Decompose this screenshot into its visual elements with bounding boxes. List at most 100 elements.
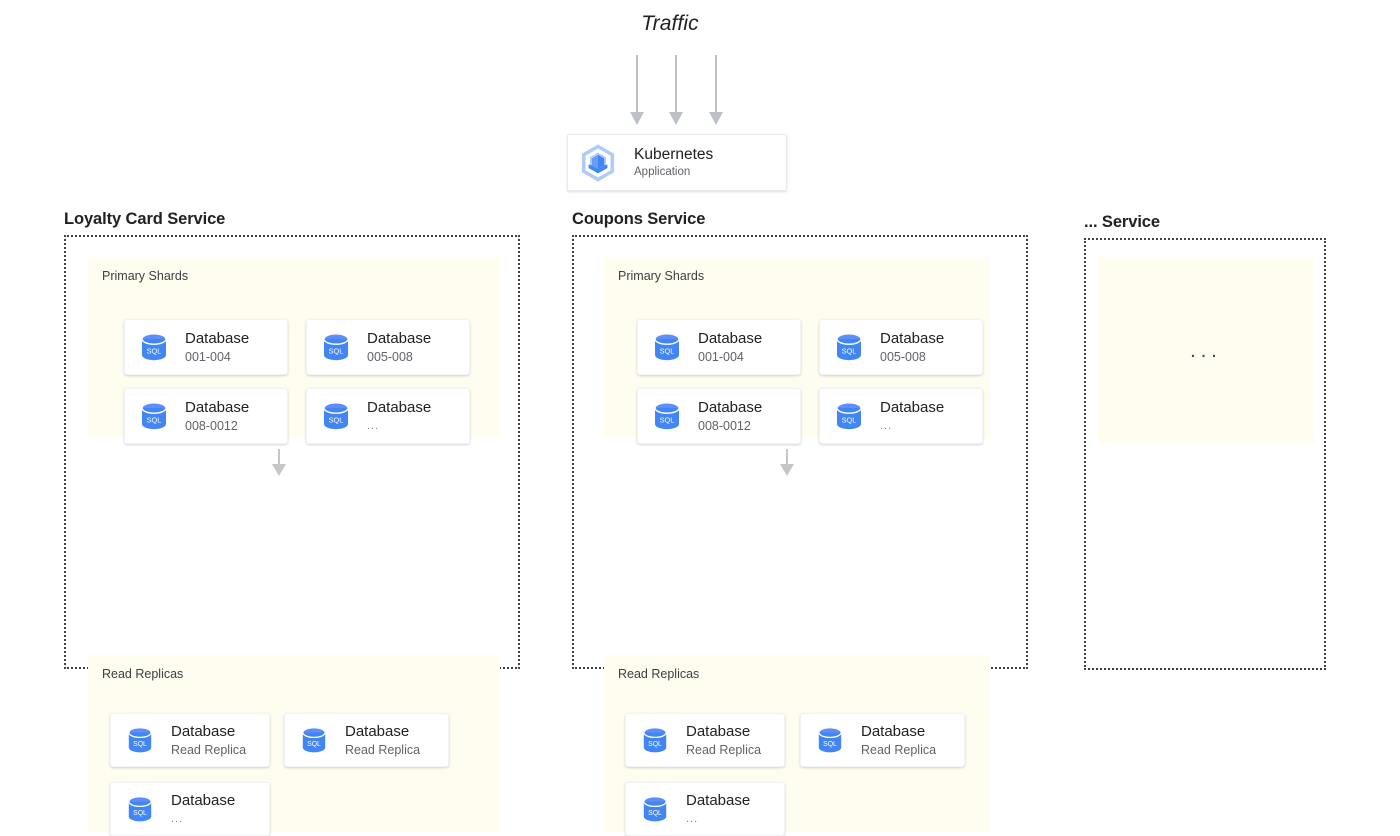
database-title: Database (185, 399, 250, 416)
database-card[interactable]: SQL Database 001-004 (124, 319, 288, 375)
database-card-text: Database ... (686, 791, 750, 827)
arrow-head (272, 464, 286, 476)
kubernetes-application-card[interactable]: Kubernetes Application (567, 134, 787, 191)
replication-arrow (272, 449, 286, 477)
database-card-text: Database 005-008 (880, 329, 944, 365)
database-subtitle: 008-0012 (185, 419, 238, 433)
service-container-coupons: Primary Shards SQL Database 001-004 SQL … (572, 235, 1028, 836)
sql-database-icon: SQL (647, 327, 687, 367)
sql-database-icon: SQL (134, 327, 174, 367)
svg-text:SQL: SQL (648, 741, 662, 748)
arrow-head (630, 112, 644, 125)
database-subtitle: ... (171, 813, 184, 825)
database-subtitle: Read Replica (345, 743, 421, 757)
svg-text:SQL: SQL (660, 347, 675, 356)
svg-text:SQL: SQL (147, 347, 162, 356)
svg-text:SQL: SQL (842, 347, 857, 356)
arrow-shaft (715, 55, 717, 115)
kubernetes-title: Kubernetes (634, 146, 714, 163)
database-title: Database (861, 723, 926, 740)
kubernetes-subtitle: Application (634, 166, 691, 178)
database-title: Database (698, 330, 763, 347)
database-subtitle: 001-004 (698, 350, 744, 364)
database-card[interactable]: SQL Database 001-004 (637, 319, 801, 375)
traffic-arrow-2 (668, 55, 684, 127)
database-card-text: Database 001-004 (698, 329, 762, 365)
database-title: Database (171, 723, 236, 740)
database-card[interactable]: SQL Database 008-0012 (124, 388, 288, 444)
database-card[interactable]: SQL Database ... (306, 388, 470, 444)
arrow-shaft (636, 55, 638, 115)
arrow-shaft (675, 55, 677, 115)
database-card[interactable]: SQL Database ... (625, 782, 785, 836)
database-title: Database (698, 399, 763, 416)
database-card[interactable]: SQL Database 005-008 (819, 319, 983, 375)
database-card[interactable]: SQL Database ... (819, 388, 983, 444)
sql-database-icon: SQL (316, 396, 356, 436)
svg-text:SQL: SQL (842, 416, 857, 425)
database-subtitle: ... (686, 813, 699, 825)
svg-text:SQL: SQL (147, 416, 162, 425)
database-subtitle: 008-0012 (698, 419, 751, 433)
panel-primary-shards-loyalty: Primary Shards SQL Database 001-004 SQL … (88, 257, 500, 444)
database-card[interactable]: SQL Database 005-008 (306, 319, 470, 375)
panel-primary-shards-coupons: Primary Shards SQL Database 001-004 SQL … (604, 257, 990, 444)
svg-text:SQL: SQL (660, 416, 675, 425)
service-title-placeholder: ... Service (1084, 213, 1160, 231)
database-card-text: Database ... (171, 791, 235, 827)
sql-database-icon: SQL (635, 720, 675, 760)
arrow-head (709, 112, 723, 125)
sql-database-icon: SQL (635, 789, 675, 829)
database-card[interactable]: SQL Database 008-0012 (637, 388, 801, 444)
database-card[interactable]: SQL Database Read Replica (110, 713, 270, 767)
database-title: Database (345, 723, 410, 740)
arrow-head (780, 464, 794, 476)
database-card-text: Database 001-004 (185, 329, 249, 365)
database-title: Database (686, 723, 751, 740)
panel-placeholder: ... (1098, 257, 1314, 444)
replication-arrow (780, 449, 794, 477)
service-container-placeholder: ... (1084, 238, 1326, 670)
database-card[interactable]: SQL Database ... (110, 782, 270, 836)
database-title: Database (880, 330, 945, 347)
database-card[interactable]: SQL Database Read Replica (800, 713, 965, 767)
traffic-arrow-3 (708, 55, 724, 127)
kubernetes-card-text: Kubernetes Application (634, 145, 713, 180)
database-card-text: Database Read Replica (171, 722, 246, 758)
service-title-coupons: Coupons Service (572, 210, 706, 228)
database-card[interactable]: SQL Database Read Replica (625, 713, 785, 767)
sql-database-icon: SQL (810, 720, 850, 760)
kubernetes-icon (574, 139, 622, 187)
database-subtitle: 001-004 (185, 350, 231, 364)
traffic-arrow-1 (629, 55, 645, 127)
database-card-text: Database Read Replica (861, 722, 936, 758)
svg-text:SQL: SQL (329, 416, 344, 425)
svg-text:SQL: SQL (133, 810, 147, 817)
sql-database-icon: SQL (829, 396, 869, 436)
database-title: Database (686, 792, 751, 809)
service-title-loyalty-card: Loyalty Card Service (64, 210, 226, 228)
database-subtitle: Read Replica (861, 743, 937, 757)
svg-text:SQL: SQL (133, 741, 147, 748)
database-card-text: Database 005-008 (367, 329, 431, 365)
database-card-text: Database ... (880, 398, 944, 434)
database-title: Database (185, 330, 250, 347)
traffic-label: Traffic (641, 12, 699, 35)
panel-label-read-replicas: Read Replicas (618, 667, 700, 681)
database-card-text: Database Read Replica (345, 722, 420, 758)
panel-label-read-replicas: Read Replicas (102, 667, 184, 681)
database-title: Database (171, 792, 236, 809)
database-subtitle: 005-008 (367, 350, 413, 364)
database-title: Database (367, 330, 432, 347)
svg-text:SQL: SQL (648, 810, 662, 817)
placeholder-ellipsis: ... (1190, 339, 1222, 362)
database-card[interactable]: SQL Database Read Replica (284, 713, 449, 767)
sql-database-icon: SQL (120, 720, 160, 760)
arrow-head (669, 112, 683, 125)
panel-label-primary-shards: Primary Shards (618, 269, 705, 283)
svg-text:SQL: SQL (329, 347, 344, 356)
service-container-loyalty-card: Primary Shards SQL Database 001-004 SQL … (64, 235, 520, 836)
panel-label-primary-shards: Primary Shards (102, 269, 189, 283)
panel-read-replicas-loyalty: Read Replicas SQL Database Read Replica (88, 655, 500, 836)
database-card-text: Database 008-0012 (185, 398, 249, 434)
